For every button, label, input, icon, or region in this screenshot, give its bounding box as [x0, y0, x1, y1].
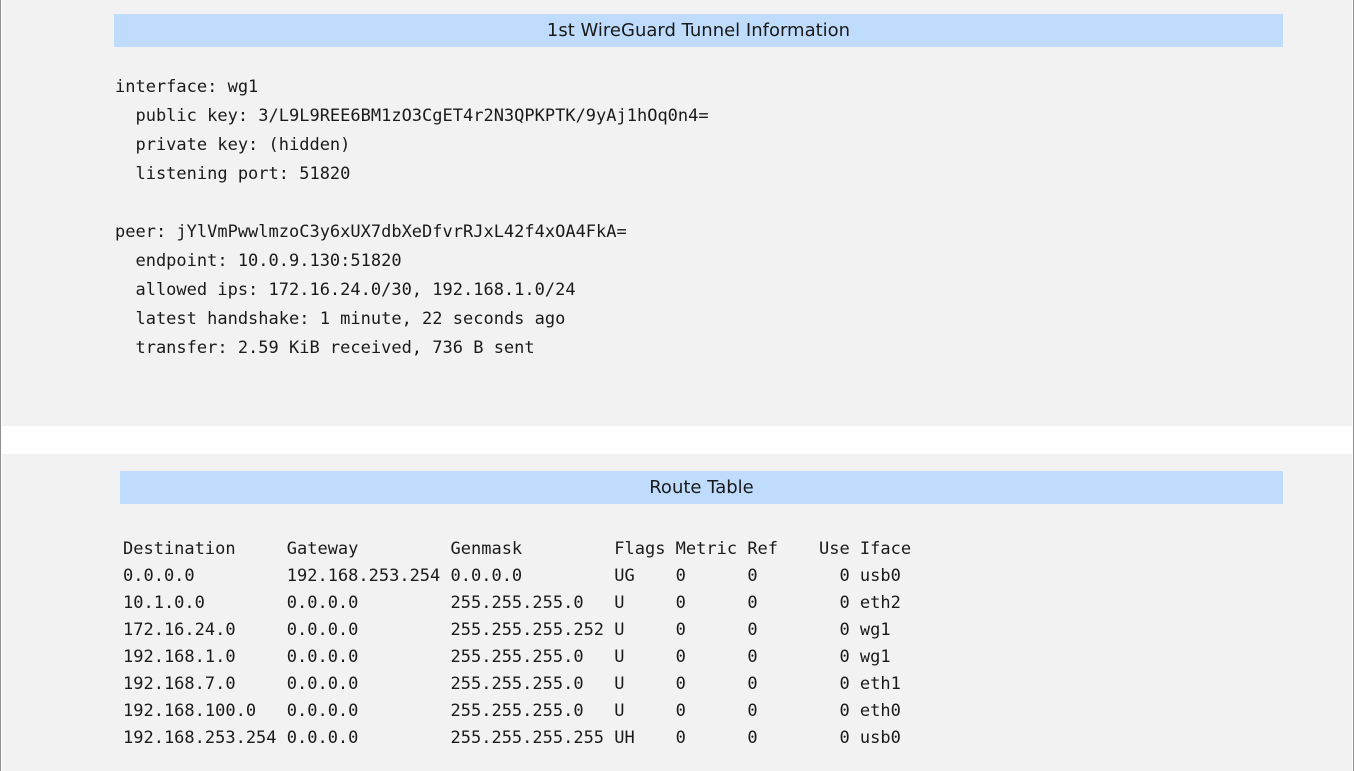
status-page: 1st WireGuard Tunnel Information interfa… [0, 0, 1354, 771]
route-table-title: Route Table [120, 471, 1283, 504]
route-table-output: Destination Gateway Genmask Flags Metric… [123, 539, 912, 748]
route-table-panel: Route Table Destination Gateway Genmask … [2, 454, 1352, 771]
wireguard-info-panel: 1st WireGuard Tunnel Information interfa… [2, 0, 1352, 426]
wireguard-section-title: 1st WireGuard Tunnel Information [114, 14, 1283, 47]
wireguard-status-output: interface: wg1 public key: 3/L9L9REE6BM1… [115, 77, 709, 358]
